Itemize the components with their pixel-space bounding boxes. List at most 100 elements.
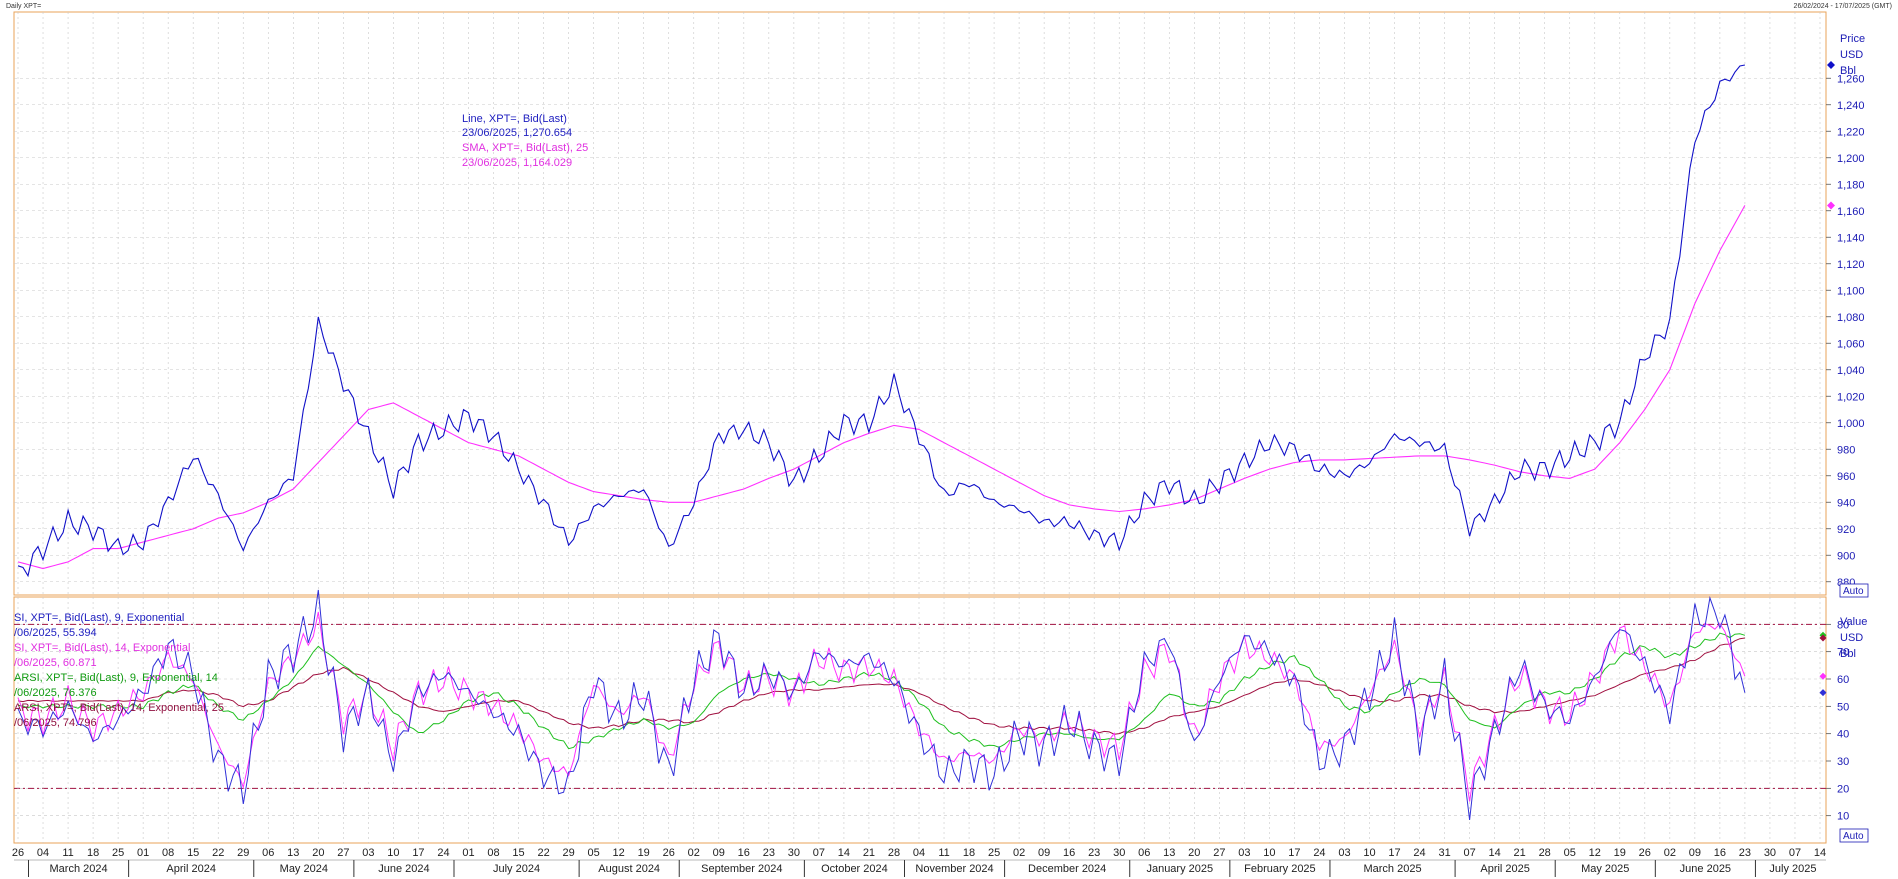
month-label: August 2024 (598, 863, 660, 875)
day-tick-label: 02 (1664, 847, 1676, 859)
day-tick-label: 06 (262, 847, 274, 859)
day-tick-label: 28 (1539, 847, 1551, 859)
day-tick-label: 23 (1739, 847, 1751, 859)
price-tick-label: 1,220 (1837, 126, 1865, 138)
day-tick-label: 11 (938, 847, 949, 859)
day-tick-label: 03 (362, 847, 374, 859)
time-axis: 26 04 11 18 25 01 08 15 22 29 06 13 20 27 03 10 17 24 01 08… (12, 847, 1826, 877)
day-tick-label: 13 (1163, 847, 1175, 859)
day-tick-label: 14 (1814, 847, 1826, 859)
price-axis: 8809009209409609801,0001,0201,0401,0601,… (1826, 73, 1865, 589)
rsi-tick-label: 50 (1837, 701, 1849, 713)
legend-line-value: 23/06/2025, 1,270.654 (462, 127, 572, 139)
price-tick-label: 1,100 (1837, 285, 1865, 297)
day-tick-label: 11 (62, 847, 73, 859)
day-tick-label: 09 (1689, 847, 1701, 859)
day-tick-label: 10 (1363, 847, 1375, 859)
day-tick-label: 19 (638, 847, 650, 859)
month-label: June 2025 (1680, 863, 1731, 875)
day-tick-label: 09 (1038, 847, 1050, 859)
month-label: July 2025 (1769, 863, 1816, 875)
day-tick-label: 16 (1063, 847, 1075, 859)
day-tick-label: 04 (37, 847, 49, 859)
day-tick-label: 23 (1088, 847, 1100, 859)
day-tick-label: 30 (1764, 847, 1776, 859)
day-tick-label: 16 (738, 847, 750, 859)
price-tick-label: 940 (1837, 497, 1855, 509)
rsi-tick-label: 60 (1837, 674, 1849, 686)
day-tick-label: 12 (1589, 847, 1601, 859)
month-label: March 2024 (50, 863, 108, 875)
day-tick-label: 07 (813, 847, 825, 859)
day-tick-label: 09 (713, 847, 725, 859)
legend-sma-label: SMA, XPT=, Bid(Last), 25 (462, 142, 588, 154)
price-tick-label: 1,060 (1837, 338, 1865, 350)
chart-canvas[interactable]: 8809009209409609801,0001,0201,0401,0601,… (0, 0, 1898, 879)
day-tick-label: 08 (162, 847, 174, 859)
price-axis-label-1: Price (1840, 33, 1865, 45)
month-label: May 2024 (280, 863, 328, 875)
rsi-axis-label-1: Value (1840, 616, 1867, 628)
day-tick-label: 17 (412, 847, 424, 859)
legend-rsi9-value: /06/2025, 55.394 (14, 627, 97, 639)
rsi-grid (14, 597, 1826, 843)
day-tick-label: 03 (1338, 847, 1350, 859)
price-tick-label: 1,020 (1837, 391, 1865, 403)
month-label: October 2024 (821, 863, 888, 875)
rsi-tick-label: 20 (1837, 783, 1849, 795)
chart-window: Daily XPT= 26/02/2024 - 17/07/2025 (GMT)… (0, 0, 1898, 879)
legend-marsi14-label: ARSI, XPT=, Bid(Last), 14, Exponential, … (14, 702, 224, 714)
month-label: July 2024 (493, 863, 540, 875)
legend-line-label: Line, XPT=, Bid(Last) (462, 113, 567, 125)
day-tick-label: 29 (237, 847, 249, 859)
day-tick-label: 06 (1138, 847, 1150, 859)
day-tick-label: 18 (963, 847, 975, 859)
rsi9-last-marker (1819, 689, 1827, 697)
day-tick-label: 20 (1188, 847, 1200, 859)
day-tick-label: 25 (112, 847, 124, 859)
sma-line (17, 205, 1746, 570)
marsi9-line (17, 632, 1746, 750)
price-line (17, 64, 1746, 578)
day-tick-label: 05 (1564, 847, 1576, 859)
price-tick-label: 1,140 (1837, 232, 1865, 244)
day-tick-label: 16 (1714, 847, 1726, 859)
legend-marsi14-value: /06/2025, 74.796 (14, 717, 97, 729)
rsi-axis-label-2: USD (1840, 632, 1863, 644)
day-tick-label: 14 (1489, 847, 1501, 859)
day-tick-label: 26 (663, 847, 675, 859)
rsi-tick-label: 10 (1837, 811, 1849, 823)
sma-last-marker (1827, 201, 1835, 210)
day-tick-label: 31 (1438, 847, 1450, 859)
month-label: November 2024 (915, 863, 993, 875)
day-tick-label: 30 (788, 847, 800, 859)
day-tick-label: 25 (988, 847, 1000, 859)
day-tick-label: 19 (1614, 847, 1626, 859)
month-label: September 2024 (701, 863, 782, 875)
day-tick-label: 27 (337, 847, 349, 859)
rsi-tick-label: 30 (1837, 756, 1849, 768)
day-tick-label: 22 (212, 847, 224, 859)
price-tick-label: 900 (1837, 550, 1855, 562)
day-tick-label: 23 (763, 847, 775, 859)
price-grid (14, 12, 1826, 595)
rsi-tick-label: 40 (1837, 729, 1849, 741)
day-tick-label: 17 (1288, 847, 1300, 859)
day-tick-label: 07 (1463, 847, 1475, 859)
day-tick-label: 24 (1413, 847, 1425, 859)
day-tick-label: 20 (312, 847, 324, 859)
day-tick-label: 07 (1789, 847, 1801, 859)
price-tick-label: 980 (1837, 444, 1855, 456)
day-tick-label: 08 (487, 847, 499, 859)
day-tick-label: 10 (1263, 847, 1275, 859)
price-last-marker (1827, 61, 1835, 69)
day-tick-label: 27 (1213, 847, 1225, 859)
legend-marsi9-label: ARSI, XPT=, Bid(Last), 9, Exponential, 1… (14, 672, 218, 684)
day-tick-label: 01 (137, 847, 149, 859)
price-tick-label: 960 (1837, 471, 1855, 483)
day-tick-label: 05 (588, 847, 600, 859)
price-axis-label-2: USD (1840, 49, 1863, 61)
month-label: May 2025 (1581, 863, 1629, 875)
day-tick-label: 24 (437, 847, 449, 859)
legend-rsi9-label: SI, XPT=, Bid(Last), 9, Exponential (14, 612, 184, 624)
